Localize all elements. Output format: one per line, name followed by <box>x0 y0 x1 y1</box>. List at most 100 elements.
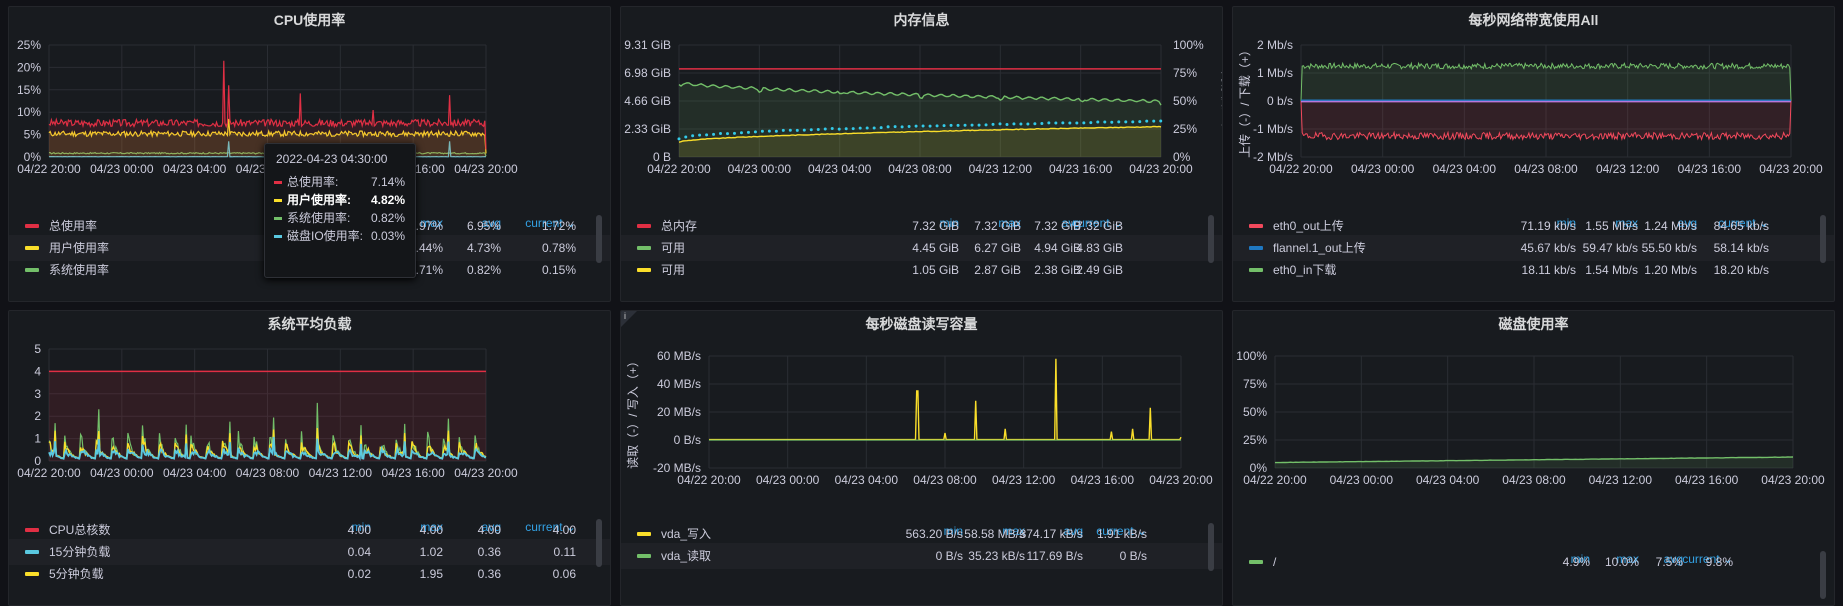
x-tick-label: 04/22 20:00 <box>677 473 741 487</box>
panel-network[interactable]: 每秒网络带宽使用All 2 Mb/s 1 Mb/s 0 b/s -1 Mb/s -2 M… <box>1232 6 1835 302</box>
x-tick-label: 04/23 20:00 <box>1761 473 1825 487</box>
legend-row[interactable]: eth0_in下载 18.11 kb/s 1.54 Mb/s 1.20 Mb/s 18.… <box>1233 257 1834 283</box>
series-swatch[interactable] <box>25 528 39 532</box>
series-swatch[interactable] <box>25 572 39 576</box>
series-swatch[interactable] <box>25 246 39 250</box>
legend-row[interactable]: /4.9% 10.0% 7.5% 9.8% <box>1233 549 1834 575</box>
x-tick-label: 04/23 04:00 <box>835 473 899 487</box>
y-axis-label: 读取（-）/ 写入（+） <box>626 355 640 469</box>
y-tick-label: 2 Mb/s <box>1257 38 1293 52</box>
y-tick-label: 40 MB/s <box>657 377 701 391</box>
network-graph[interactable]: 2 Mb/s1 Mb/s0 b/s-1 Mb/s-2 Mb/s04/22 20:… <box>1233 7 1835 217</box>
legend-row[interactable]: 5分钟负载 0.02 1.95 0.36 0.06 <box>9 561 610 587</box>
series-name[interactable]: 系统使用率 <box>49 257 109 283</box>
x-tick-label: 04/23 16:00 <box>381 466 445 480</box>
y-tick-label: 6.98 GiB <box>624 66 671 80</box>
x-tick-label: 04/23 16:00 <box>1071 473 1135 487</box>
series-swatch[interactable] <box>637 532 651 536</box>
legend-scrollbar[interactable] <box>1208 215 1214 263</box>
x-tick-label: 04/23 00:00 <box>1330 473 1394 487</box>
y-tick-label: 100% <box>1236 349 1267 363</box>
series-current: 18.20 kb/s <box>1713 263 1769 277</box>
series-name[interactable]: eth0_in下载 <box>1273 257 1336 283</box>
y-tick-label: 1 Mb/s <box>1257 66 1293 80</box>
panel-disk-io[interactable]: i 每秒磁盘读写容量 60 MB/s 40 MB/s 20 MB/s 0 B/s -20… <box>620 310 1223 606</box>
legend: min max avg current ⌄ 总内存 7.32 GiB 7.32 GiB 7.3… <box>621 213 1222 301</box>
legend-scrollbar[interactable] <box>596 519 602 567</box>
x-tick-label: 04/23 12:00 <box>969 162 1033 176</box>
panel-memory[interactable]: 内存信息 9.31 GiB 6.98 GiB 4.66 GiB 2.33 GiB 0 B… <box>620 6 1223 302</box>
x-tick-label: 04/23 04:00 <box>1416 473 1480 487</box>
x-tick-label: 04/23 00:00 <box>90 162 154 176</box>
y2-tick-label: 75% <box>1173 66 1197 80</box>
series-swatch[interactable] <box>637 246 651 250</box>
series-name[interactable]: vda_读取 <box>661 543 711 569</box>
y-axis-label: 上传（-）/ 下载（+） <box>1237 44 1252 158</box>
series-swatch[interactable] <box>25 268 39 272</box>
y-tick-label: 5% <box>24 128 42 142</box>
x-tick-label: 04/23 00:00 <box>1351 162 1415 176</box>
tooltip-value: 4.82% <box>370 193 405 207</box>
y2-axis-label: 内存使用率 <box>1220 71 1223 131</box>
legend-row[interactable]: 可用 1.05 GiB 2.87 GiB 2.38 GiB 2.49 GiB <box>621 257 1222 283</box>
series-swatch[interactable] <box>637 554 651 558</box>
series-eth0-in-fill <box>1301 63 1791 101</box>
x-tick-label: 04/23 08:00 <box>888 162 952 176</box>
memory-graph[interactable]: 9.31 GiB6.98 GiB4.66 GiB2.33 GiB0 B04/22… <box>621 7 1223 217</box>
series-swatch[interactable] <box>1249 560 1263 564</box>
y-tick-label: 3 <box>34 387 41 401</box>
x-tick-label: 04/23 08:00 <box>913 473 977 487</box>
disk-io-graph[interactable]: 60 MB/s40 MB/s20 MB/s0 B/s-20 MB/s04/22 … <box>621 311 1223 521</box>
y2-tick-label: 0% <box>1173 150 1191 164</box>
y-tick-label: 0 b/s <box>1267 94 1293 108</box>
legend-scrollbar[interactable] <box>1820 215 1826 263</box>
y-tick-label: 4 <box>34 364 41 378</box>
x-tick-label: 04/23 12:00 <box>992 473 1056 487</box>
x-tick-label: 04/23 04:00 <box>163 466 227 480</box>
y-tick-label: 1 <box>34 432 41 446</box>
y-tick-label: 0 B/s <box>674 433 701 447</box>
x-tick-label: 04/22 20:00 <box>17 466 81 480</box>
legend: min max avg current ⌄ CPU总核数 4.00 4.00 4.00 4.00… <box>9 517 610 605</box>
legend-row[interactable]: vda_读取 0 B/s 35.23 kB/s 117.69 B/s 0 B/s <box>621 543 1222 569</box>
x-tick-label: 04/23 04:00 <box>1433 162 1497 176</box>
x-tick-label: 04/23 08:00 <box>236 466 300 480</box>
disk-usage-graph[interactable]: 100%75%50%25%0%04/22 20:00 04/23 00:00 04/… <box>1233 311 1835 521</box>
series-current: 9.8% <box>1705 555 1733 569</box>
y2-tick-label: 100% <box>1173 38 1204 52</box>
panel-cpu[interactable]: CPU使用率 25% 20% 15% 10% 5% 0% 04/22 20:00 04/23 … <box>8 6 611 302</box>
tooltip-value: 0.82% <box>370 211 405 225</box>
series-name[interactable]: / <box>1273 549 1276 575</box>
panel-load[interactable]: 系统平均负载 5 4 3 2 1 0 04/22 20:00 04/23 00:00 04/23… <box>8 310 611 606</box>
series-swatch[interactable] <box>1249 246 1263 250</box>
y2-tick-label: 50% <box>1173 94 1197 108</box>
series-swatch[interactable] <box>1249 268 1263 272</box>
x-tick-label: 04/23 20:00 <box>1149 473 1213 487</box>
legend-scrollbar[interactable] <box>596 215 602 263</box>
series-swatch[interactable] <box>25 224 39 228</box>
series-name[interactable]: 5分钟负载 <box>49 561 104 587</box>
y-tick-label: 25% <box>1243 433 1267 447</box>
series-swatch[interactable] <box>637 268 651 272</box>
x-tick-label: 04/23 00:00 <box>728 162 792 176</box>
series-eth0-out-fill <box>1301 101 1791 140</box>
legend-scrollbar[interactable] <box>1208 523 1214 571</box>
y2-tick-label: 25% <box>1173 122 1197 136</box>
series-name[interactable]: 可用 <box>661 257 685 283</box>
legend-scrollbar[interactable] <box>1820 551 1826 599</box>
series-swatch[interactable] <box>1249 224 1263 228</box>
y-tick-label: 75% <box>1243 377 1267 391</box>
series-swatch[interactable] <box>25 550 39 554</box>
x-tick-label: 04/22 20:00 <box>17 162 81 176</box>
x-tick-label: 04/23 16:00 <box>1675 473 1739 487</box>
y-tick-label: 20 MB/s <box>657 405 701 419</box>
tooltip-time: 2022-04-23 04:30:00 <box>276 152 388 166</box>
y-tick-label: 50% <box>1243 405 1267 419</box>
series-swatch[interactable] <box>637 224 651 228</box>
x-tick-label: 04/23 20:00 <box>454 466 518 480</box>
x-tick-label: 04/23 16:00 <box>1678 162 1742 176</box>
tooltip-name: 系统使用率: <box>287 211 351 225</box>
x-tick-label: 04/23 04:00 <box>808 162 872 176</box>
panel-disk-usage[interactable]: 磁盘使用率 100% 75% 50% 25% 0% 04/22 20:00 04/23 00… <box>1232 310 1835 606</box>
load-graph[interactable]: 54321004/22 20:00 04/23 00:00 04/23 04:00 0… <box>9 311 611 521</box>
